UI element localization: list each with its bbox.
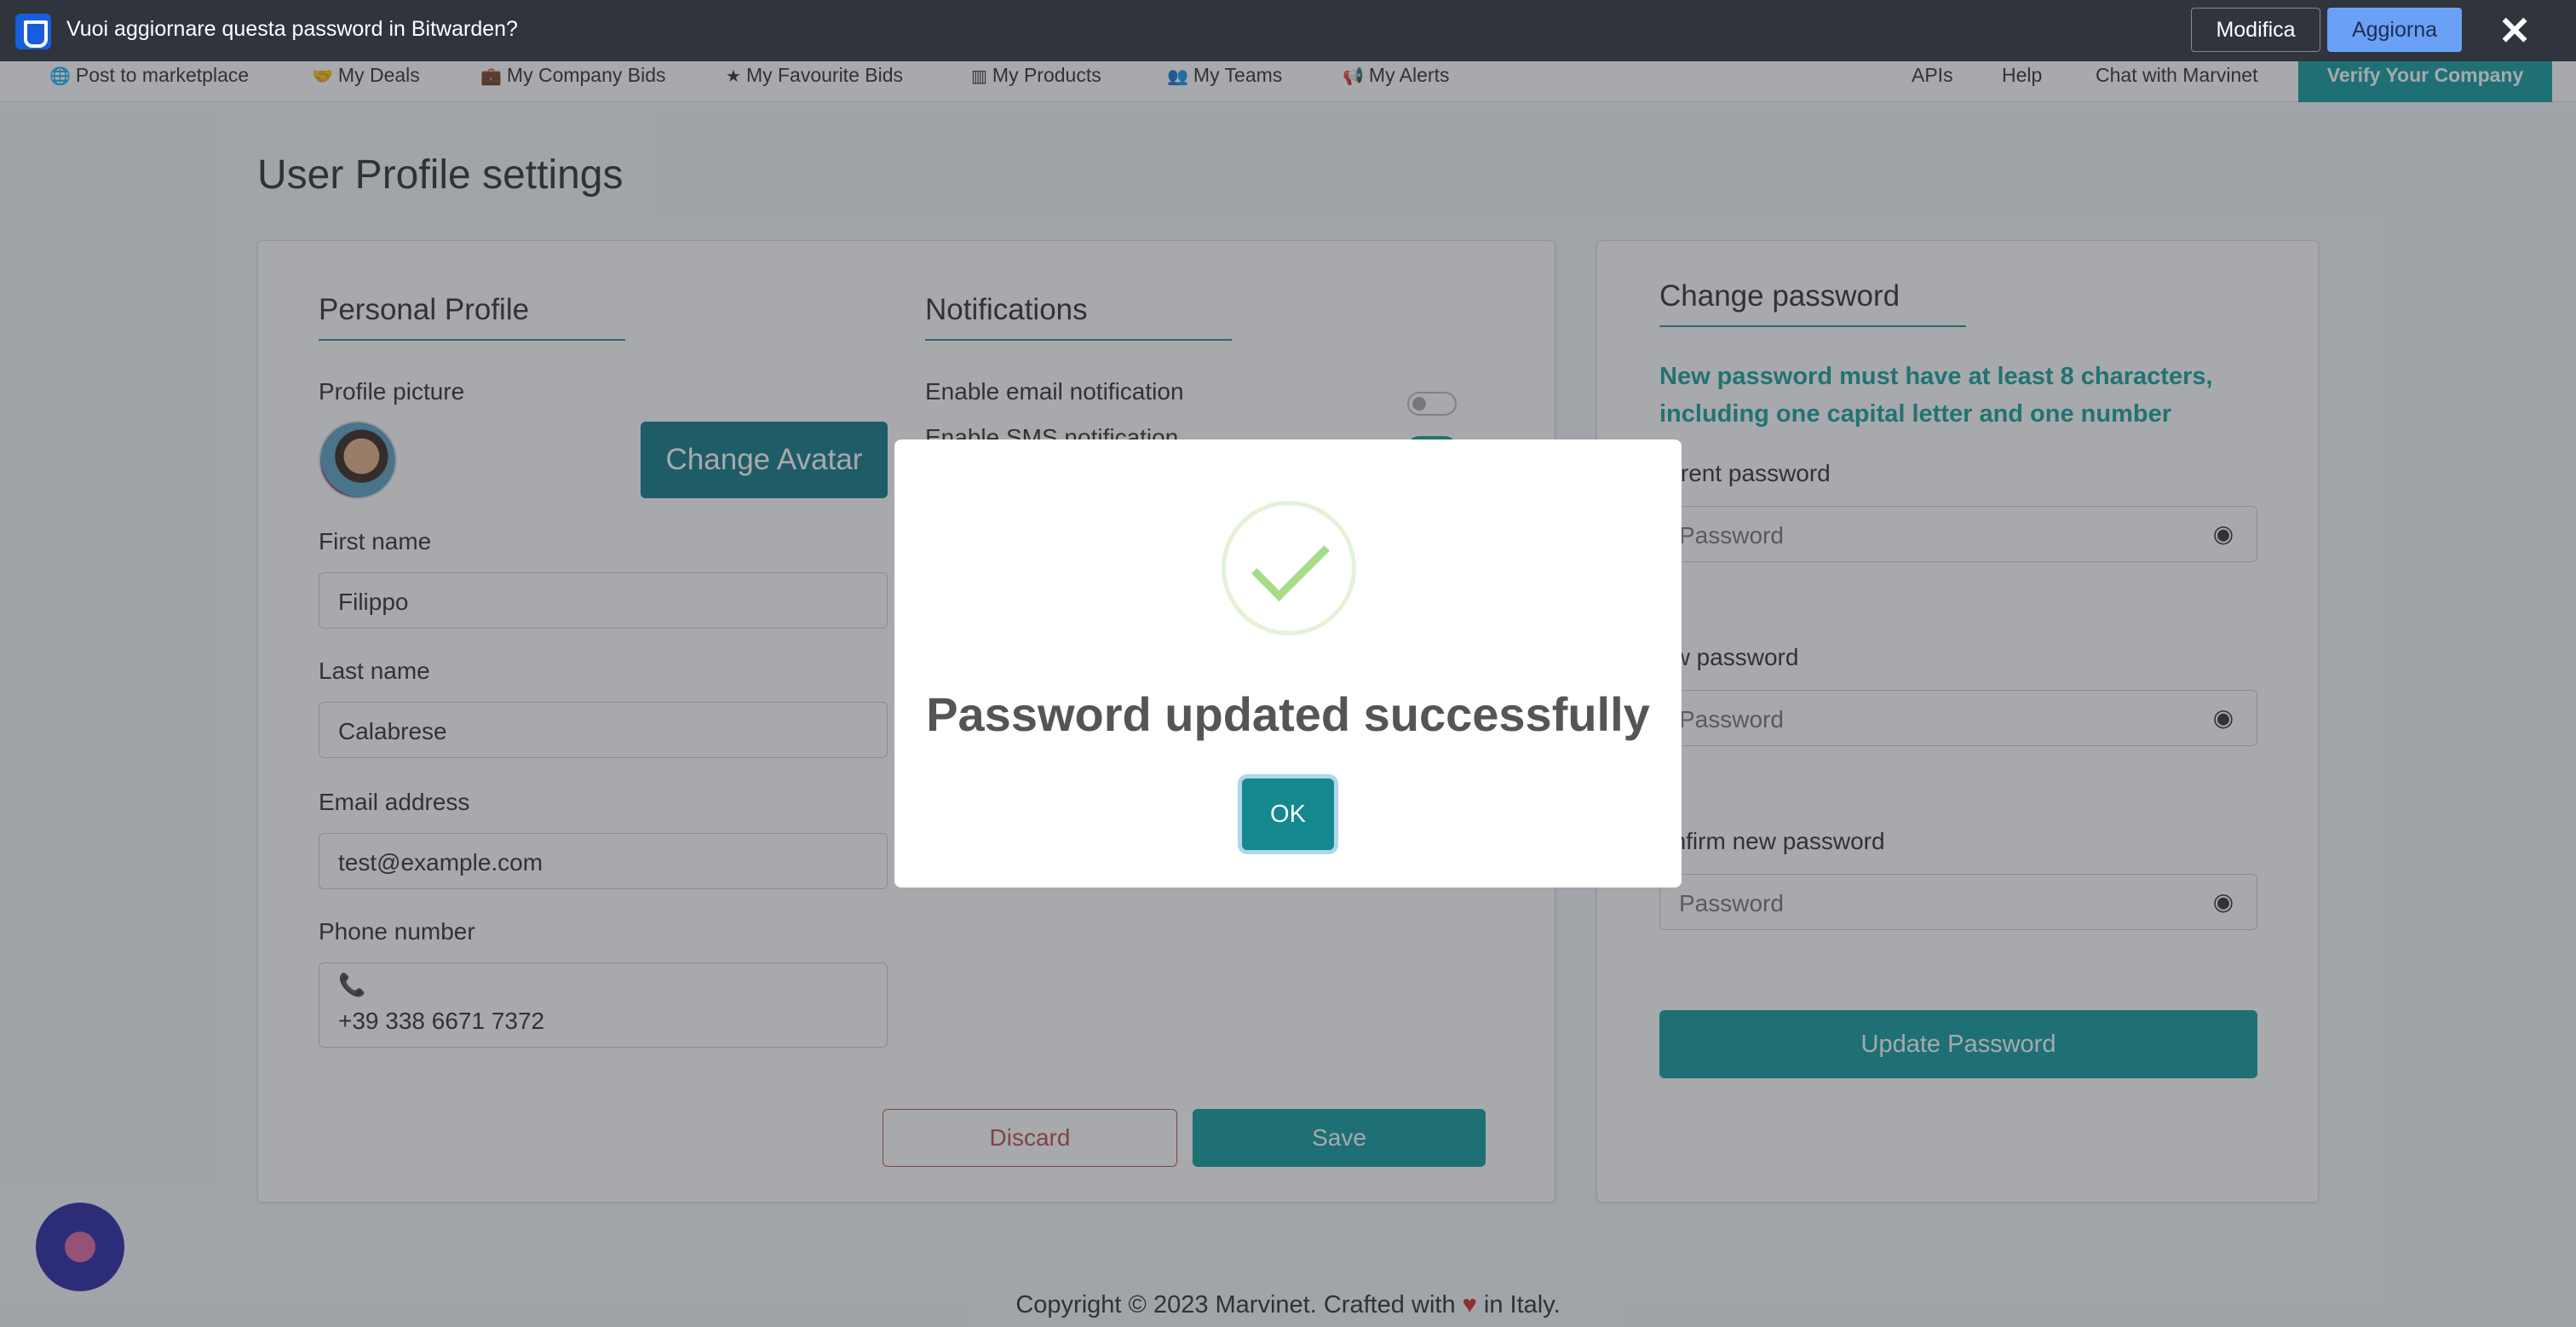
success-dialog: Password updated successfully OK xyxy=(894,439,1682,888)
close-icon[interactable]: ✕ xyxy=(2498,7,2532,55)
bitwarden-shield-icon xyxy=(15,14,51,49)
bitwarden-edit-button[interactable]: Modifica xyxy=(2191,8,2320,52)
bitwarden-bar: Vuoi aggiornare questa password in Bitwa… xyxy=(0,0,2576,61)
dialog-title: Password updated successfully xyxy=(926,687,1650,741)
bitwarden-message: Vuoi aggiornare questa password in Bitwa… xyxy=(66,17,518,41)
check-mark xyxy=(1251,523,1330,601)
success-check-icon xyxy=(1222,501,1356,635)
ok-button[interactable]: OK xyxy=(1242,778,1334,850)
bitwarden-update-button[interactable]: Aggiorna xyxy=(2327,8,2462,52)
